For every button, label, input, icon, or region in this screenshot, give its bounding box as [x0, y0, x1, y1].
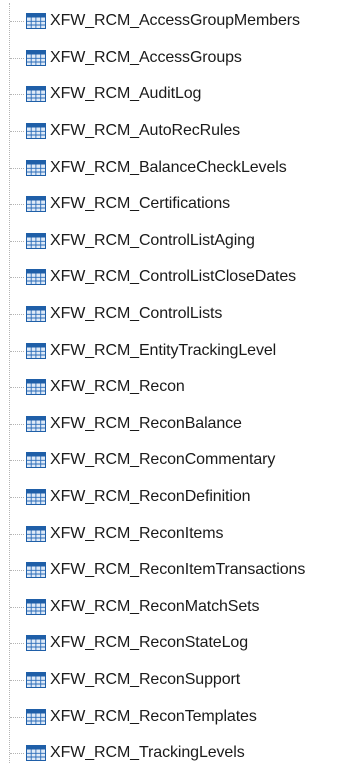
table-icon	[26, 562, 46, 579]
tree-item-label: XFW_RCM_TrackingLevels	[50, 744, 245, 762]
table-icon	[26, 708, 46, 725]
tree-item-label: XFW_RCM_Certifications	[50, 195, 231, 213]
tree-item-label: XFW_RCM_ControlLists	[50, 305, 223, 323]
table-icon	[26, 196, 46, 213]
tree-item-label: XFW_RCM_BalanceCheckLevels	[50, 158, 287, 176]
tree-item-label: XFW_RCM_ReconTemplates	[50, 707, 257, 725]
tree-item[interactable]: XFW_RCM_ReconCommentary	[0, 442, 337, 479]
tree-item[interactable]: XFW_RCM_ControlLists	[0, 296, 337, 333]
tree-branch-line	[10, 314, 24, 316]
tree-item[interactable]: XFW_RCM_AccessGroupMembers	[0, 3, 337, 40]
tree-branch-line	[10, 167, 24, 169]
table-icon	[26, 525, 46, 542]
tree-item-label: XFW_RCM_ReconItemTransactions	[50, 561, 306, 579]
tree-branch-line	[10, 753, 24, 755]
tree-branch-line	[10, 423, 24, 425]
tree-branch-line	[10, 679, 24, 681]
tree-branch-line	[10, 497, 24, 499]
table-icon	[26, 49, 46, 66]
tree-item-label: XFW_RCM_AccessGroups	[50, 48, 242, 66]
tree-item-label: XFW_RCM_ReconMatchSets	[50, 597, 260, 615]
tree-item[interactable]: XFW_RCM_EntityTrackingLevel	[0, 332, 337, 369]
table-icon	[26, 123, 46, 140]
tree-item[interactable]: XFW_RCM_ReconItemTransactions	[0, 552, 337, 589]
tree-item-label: XFW_RCM_Recon	[50, 378, 185, 396]
table-icon	[26, 306, 46, 323]
tree-item[interactable]: XFW_RCM_ReconDefinition	[0, 479, 337, 516]
table-icon	[26, 269, 46, 286]
tree-item[interactable]: XFW_RCM_ReconBalance	[0, 406, 337, 443]
table-icon	[26, 232, 46, 249]
table-icon	[26, 86, 46, 103]
tree-item-label: XFW_RCM_ReconCommentary	[50, 451, 276, 469]
tree-item-label: XFW_RCM_ReconStateLog	[50, 634, 248, 652]
table-icon	[26, 489, 46, 506]
tree-branch-line	[10, 643, 24, 645]
tree-branch-line	[10, 716, 24, 718]
table-icon	[26, 342, 46, 359]
tree-item[interactable]: XFW_RCM_AuditLog	[0, 76, 337, 113]
tree-item-label: XFW_RCM_ReconBalance	[50, 414, 242, 432]
table-icon	[26, 13, 46, 30]
tree-items: XFW_RCM_AccessGroupMembers XFW_RCM_Acces…	[0, 3, 337, 771]
tree-branch-line	[10, 277, 24, 279]
tree-item[interactable]: XFW_RCM_TrackingLevels	[0, 735, 337, 771]
table-icon	[26, 671, 46, 688]
tree-item-label: XFW_RCM_AuditLog	[50, 85, 202, 103]
tree-item[interactable]: XFW_RCM_Recon	[0, 369, 337, 406]
table-icon	[26, 379, 46, 396]
tree-branch-line	[10, 240, 24, 242]
tree-item-label: XFW_RCM_AccessGroupMembers	[50, 12, 300, 30]
tree-item-label: XFW_RCM_ControlListAging	[50, 231, 255, 249]
tree-item-label: XFW_RCM_ReconDefinition	[50, 488, 251, 506]
tree-item[interactable]: XFW_RCM_ReconMatchSets	[0, 589, 337, 626]
tree-branch-line	[10, 387, 24, 389]
tree-item[interactable]: XFW_RCM_ReconItems	[0, 515, 337, 552]
tree-item[interactable]: XFW_RCM_BalanceCheckLevels	[0, 149, 337, 186]
tree-branch-line	[10, 606, 24, 608]
tree-branch-line	[10, 460, 24, 462]
tree-branch-line	[10, 94, 24, 96]
tree-branch-line	[10, 533, 24, 535]
tree-branch-line	[10, 350, 24, 352]
tree-branch-line	[10, 57, 24, 59]
tree-item-label: XFW_RCM_AutoRecRules	[50, 122, 241, 140]
table-tree: XFW_RCM_AccessGroupMembers XFW_RCM_Acces…	[0, 3, 337, 771]
tree-branch-line	[10, 131, 24, 133]
tree-item-label: XFW_RCM_ReconSupport	[50, 670, 241, 688]
tree-item[interactable]: XFW_RCM_Certifications	[0, 186, 337, 223]
table-icon	[26, 159, 46, 176]
table-icon	[26, 598, 46, 615]
tree-item[interactable]: XFW_RCM_ControlListAging	[0, 223, 337, 260]
tree-branch-line	[10, 204, 24, 206]
tree-item[interactable]: XFW_RCM_ReconTemplates	[0, 698, 337, 735]
table-icon	[26, 415, 46, 432]
tree-item-label: XFW_RCM_ControlListCloseDates	[50, 268, 297, 286]
tree-item[interactable]: XFW_RCM_ReconSupport	[0, 662, 337, 699]
tree-branch-line	[10, 570, 24, 572]
tree-item[interactable]: XFW_RCM_ControlListCloseDates	[0, 259, 337, 296]
tree-item-label: XFW_RCM_ReconItems	[50, 524, 224, 542]
tree-item-label: XFW_RCM_EntityTrackingLevel	[50, 341, 277, 359]
table-icon	[26, 745, 46, 762]
tree-item[interactable]: XFW_RCM_ReconStateLog	[0, 625, 337, 662]
tree-item[interactable]: XFW_RCM_AutoRecRules	[0, 113, 337, 150]
table-icon	[26, 635, 46, 652]
table-icon	[26, 452, 46, 469]
tree-branch-line	[10, 21, 24, 23]
tree-item[interactable]: XFW_RCM_AccessGroups	[0, 40, 337, 77]
